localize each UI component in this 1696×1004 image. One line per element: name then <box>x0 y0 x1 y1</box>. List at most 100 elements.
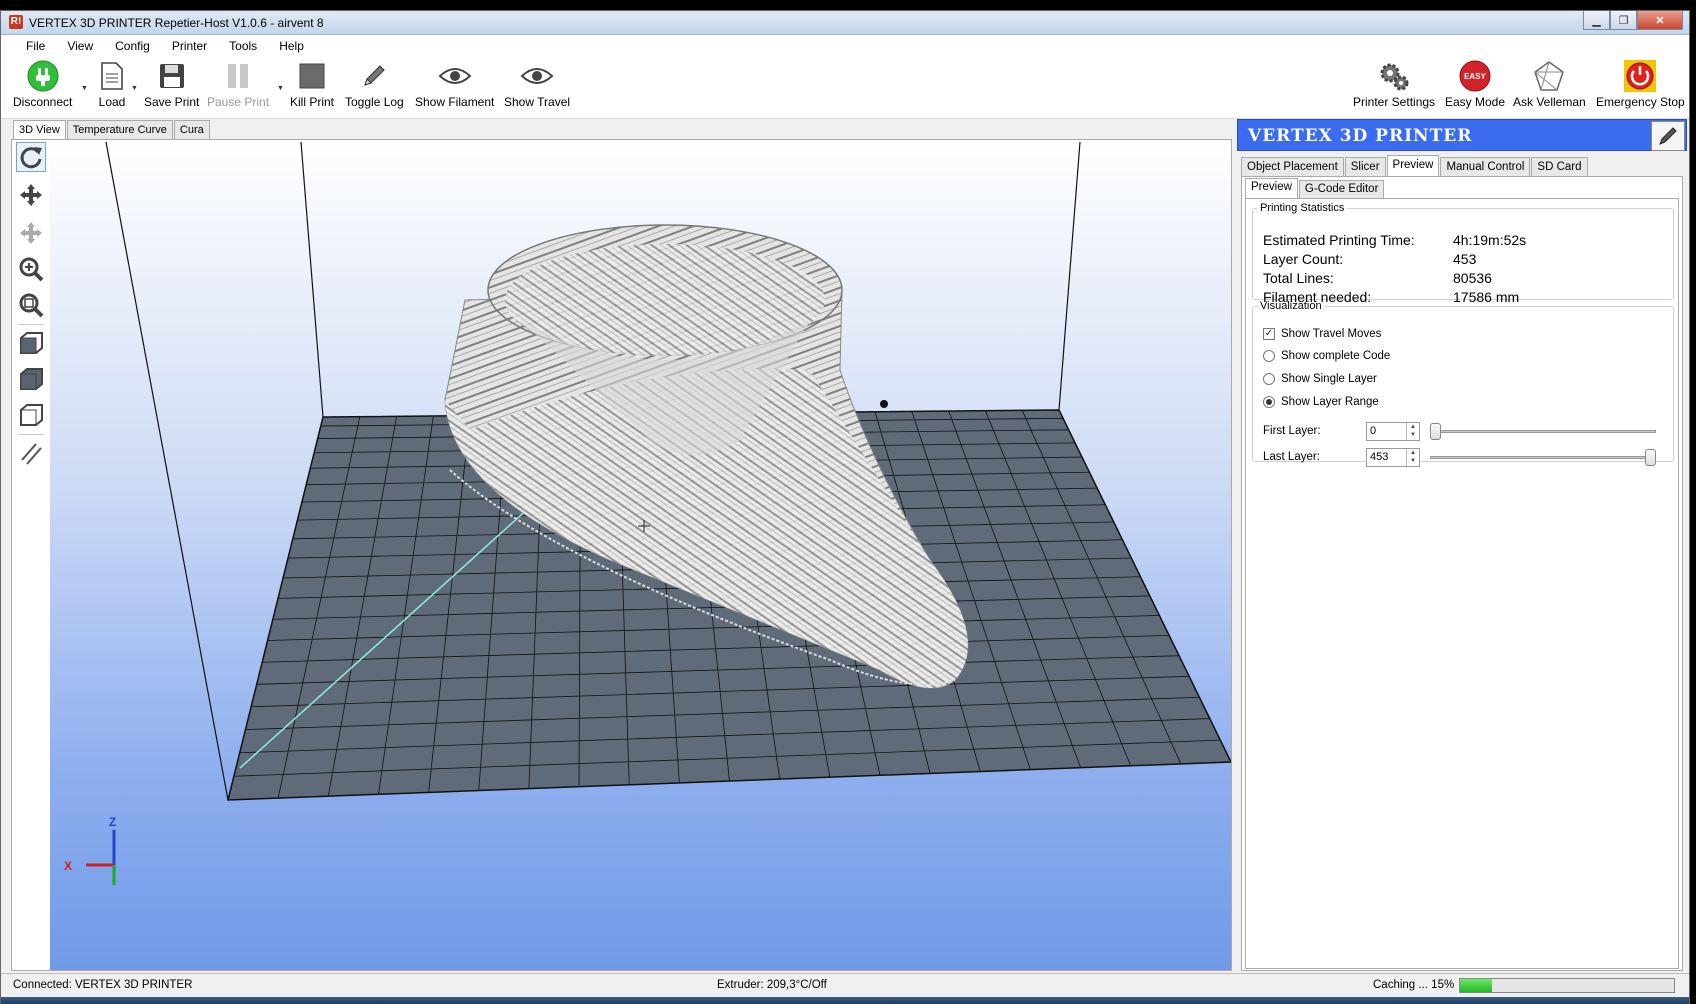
menu-tools[interactable]: Tools <box>218 39 268 53</box>
checkbox-checked-icon[interactable]: ✓ <box>1263 328 1275 340</box>
app-icon: R! <box>9 15 23 29</box>
kill-print-button[interactable]: Kill Print <box>290 59 334 109</box>
zoom-icon[interactable] <box>16 254 46 284</box>
menu-file[interactable]: File <box>15 39 56 53</box>
document-icon <box>95 59 129 93</box>
preview-subtabs: Preview G-Code Editor <box>1245 178 1385 198</box>
printer-settings-button[interactable]: Printer Settings <box>1353 59 1435 109</box>
printing-statistics-title: Printing Statistics <box>1260 202 1345 214</box>
easy-mode-button[interactable]: EASY Easy Mode <box>1445 59 1505 109</box>
view-tabs: 3D View Temperature Curve Cura <box>13 120 211 140</box>
easy-badge-text: EASY <box>1464 72 1486 81</box>
show-travel-moves-label: Show Travel Moves <box>1281 328 1382 340</box>
axis-gizmo: Z X <box>64 815 116 885</box>
subtab-preview[interactable]: Preview <box>1245 178 1298 198</box>
menu-printer[interactable]: Printer <box>161 39 218 53</box>
chevron-down-icon[interactable]: ▼ <box>81 85 88 92</box>
power-plug-icon <box>26 59 60 93</box>
maximize-button[interactable]: ❐ <box>1610 11 1637 30</box>
first-layer-value: 0 <box>1370 425 1377 437</box>
show-complete-code-label: Show complete Code <box>1281 350 1391 362</box>
menu-view[interactable]: View <box>56 39 104 53</box>
control-panel: VERTEX 3D PRINTER Object Placement Slice… <box>1237 119 1687 971</box>
minimize-button[interactable]: ▁ <box>1583 11 1610 30</box>
emergency-stop-button[interactable]: Emergency Stop <box>1596 59 1685 109</box>
spinner-arrows-icon[interactable]: ▲ ▼ <box>1406 423 1419 440</box>
toggle-log-button[interactable]: Toggle Log <box>345 59 404 109</box>
caching-status: Caching ... 15% <box>1373 979 1455 991</box>
last-layer-label: Last Layer: <box>1263 451 1320 463</box>
view-tool-column <box>12 140 50 970</box>
stat-label-lines: Total Lines: <box>1263 270 1334 286</box>
eye-icon <box>438 59 472 93</box>
show-layer-range-option[interactable]: Show Layer Range <box>1263 396 1379 408</box>
tab-manual-control[interactable]: Manual Control <box>1440 157 1531 176</box>
origin-marker <box>880 400 888 408</box>
tab-slicer[interactable]: Slicer <box>1344 157 1386 176</box>
eye-icon <box>520 59 554 93</box>
preview-subtab-body: Printing Statistics Estimated Printing T… <box>1245 198 1679 969</box>
chevron-down-icon[interactable]: ▼ <box>277 85 284 92</box>
edit-printer-button[interactable] <box>1651 121 1685 151</box>
window-title: VERTEX 3D PRINTER Repetier-Host V1.0.6 -… <box>29 16 324 30</box>
top-view-icon[interactable] <box>16 364 46 394</box>
disconnect-button[interactable]: Disconnect <box>13 59 72 109</box>
first-layer-slider[interactable] <box>1430 422 1656 441</box>
extruder-status: Extruder: 209,3°C/Off <box>717 979 827 991</box>
3d-canvas[interactable]: Z X <box>50 140 1231 970</box>
show-complete-code-option[interactable]: Show complete Code <box>1263 350 1390 362</box>
last-layer-slider[interactable] <box>1430 448 1656 467</box>
pencil-icon <box>1659 127 1677 145</box>
taskbar <box>1 997 1689 1004</box>
scene-svg: Z X <box>64 141 1231 885</box>
menu-help[interactable]: Help <box>268 39 315 53</box>
tab-temperature-curve[interactable]: Temperature Curve <box>66 120 173 139</box>
axis-z-label: Z <box>109 815 116 829</box>
show-layer-range-label: Show Layer Range <box>1281 396 1379 408</box>
radio-icon[interactable] <box>1263 350 1275 362</box>
menu-config[interactable]: Config <box>104 39 161 53</box>
show-travel-moves-option[interactable]: ✓ Show Travel Moves <box>1263 328 1381 340</box>
printer-brand-bar: VERTEX 3D PRINTER <box>1237 119 1687 151</box>
stat-label-time: Estimated Printing Time: <box>1263 232 1415 248</box>
move-icon[interactable] <box>16 180 46 210</box>
first-layer-label: First Layer: <box>1263 425 1321 437</box>
tab-preview[interactable]: Preview <box>1386 155 1440 176</box>
tab-3d-view[interactable]: 3D View <box>13 120 66 140</box>
tab-object-placement[interactable]: Object Placement <box>1241 157 1344 176</box>
tab-cura[interactable]: Cura <box>173 120 210 139</box>
progress-fill <box>1460 979 1493 992</box>
side-view-icon[interactable] <box>16 400 46 430</box>
subtab-gcode-editor[interactable]: G-Code Editor <box>1298 180 1385 198</box>
last-layer-spinner[interactable]: 453 ▲ ▼ <box>1366 448 1420 467</box>
stat-value-time: 4h:19m:52s <box>1453 232 1527 248</box>
front-view-icon[interactable] <box>16 328 46 358</box>
radio-selected-icon[interactable] <box>1263 396 1275 408</box>
show-single-layer-option[interactable]: Show Single Layer <box>1263 373 1377 385</box>
first-layer-spinner[interactable]: 0 ▲ ▼ <box>1366 422 1420 441</box>
stat-label-layers: Layer Count: <box>1263 251 1344 267</box>
3d-view-panel: Z X <box>11 139 1232 971</box>
rotate-icon[interactable] <box>16 142 46 172</box>
app-window: R! VERTEX 3D PRINTER Repetier-Host V1.0.… <box>0 10 1690 1004</box>
parallel-lines-icon[interactable] <box>16 438 46 468</box>
slider-thumb[interactable] <box>1645 449 1656 466</box>
show-filament-button[interactable]: Show Filament <box>415 59 494 109</box>
load-button[interactable]: Load <box>95 59 129 109</box>
spinner-arrows-icon[interactable]: ▲ ▼ <box>1406 449 1419 466</box>
chevron-down-icon[interactable]: ▼ <box>131 85 138 92</box>
close-button[interactable]: ✕ <box>1637 11 1683 30</box>
ask-velleman-button[interactable]: Ask Velleman <box>1513 59 1586 109</box>
tab-sd-card[interactable]: SD Card <box>1531 157 1588 176</box>
save-print-button[interactable]: Save Print <box>144 59 199 109</box>
floppy-disk-icon <box>155 59 189 93</box>
emergency-stop-icon <box>1623 59 1657 93</box>
slider-thumb[interactable] <box>1430 423 1441 440</box>
show-travel-button[interactable]: Show Travel <box>504 59 570 109</box>
easy-mode-icon: EASY <box>1458 59 1492 93</box>
move-object-icon[interactable] <box>16 218 46 248</box>
pause-print-button[interactable]: Pause Print <box>207 59 269 109</box>
fit-view-icon[interactable] <box>16 290 46 320</box>
toolbar: Disconnect ▼ Load ▼ Save Print Pause Pri… <box>1 57 1689 119</box>
radio-icon[interactable] <box>1263 373 1275 385</box>
